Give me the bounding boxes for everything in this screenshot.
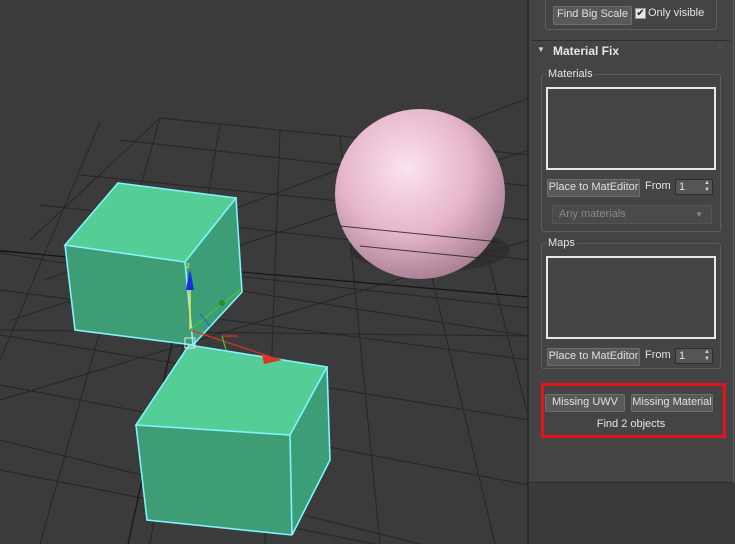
- red-highlight-frame: [541, 383, 726, 438]
- chevron-down-icon: ▼: [695, 210, 703, 219]
- materials-from-spinner[interactable]: 1 ▲ ▼: [675, 179, 713, 195]
- maps-group-label: Maps: [546, 237, 577, 249]
- materials-from-value: 1: [679, 181, 686, 193]
- maps-from-label: From: [645, 349, 671, 361]
- sphere: [335, 109, 505, 279]
- materials-from-label: From: [645, 180, 671, 192]
- any-materials-dropdown[interactable]: Any materials ▼: [552, 205, 712, 224]
- viewport[interactable]: z: [0, 0, 529, 544]
- spinner-arrows-icon[interactable]: ▲ ▼: [704, 349, 710, 363]
- only-visible-label: Only visible: [648, 7, 705, 19]
- viewport-scene[interactable]: z: [0, 0, 529, 544]
- panel-empty-area: [529, 483, 735, 544]
- maps-from-spinner[interactable]: 1 ▲ ▼: [675, 348, 713, 364]
- command-panel: Find Big Scale ✔ Only visible ▼ Material…: [529, 0, 735, 544]
- maps-place-to-mateditor-button[interactable]: Place to MatEditor: [547, 348, 640, 366]
- find-big-scale-button[interactable]: Find Big Scale: [553, 6, 632, 25]
- spinner-arrows-icon[interactable]: ▲ ▼: [704, 180, 710, 194]
- box-top-left: [63, 182, 243, 347]
- only-visible-checkbox[interactable]: ✔: [635, 8, 646, 19]
- maps-from-value: 1: [679, 350, 686, 362]
- maps-listbox[interactable]: [546, 256, 716, 339]
- svg-text:z: z: [186, 261, 190, 270]
- grip-dots-icon[interactable]: ⁘: [717, 44, 723, 52]
- material-fix-title[interactable]: Material Fix: [553, 44, 619, 58]
- materials-group-label: Materials: [546, 68, 595, 80]
- materials-listbox[interactable]: [546, 87, 716, 170]
- materials-place-to-mateditor-button[interactable]: Place to MatEditor: [547, 179, 640, 197]
- triangle-down-icon[interactable]: ▼: [537, 45, 545, 54]
- rollout-divider: [532, 40, 730, 41]
- any-materials-value: Any materials: [559, 208, 626, 220]
